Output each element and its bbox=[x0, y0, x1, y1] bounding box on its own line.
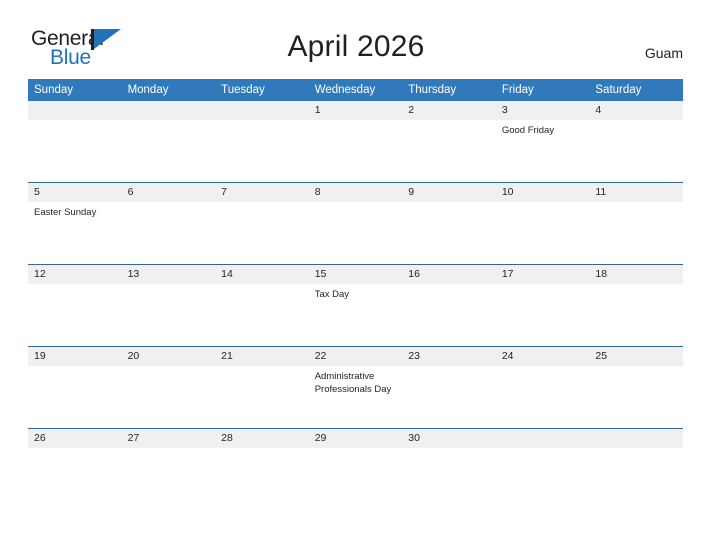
day-number: 29 bbox=[308, 429, 403, 448]
day-cell[interactable]: 29 bbox=[308, 428, 403, 510]
day-number: 28 bbox=[215, 429, 309, 448]
page-header: General Blue April 2026 Guam bbox=[0, 0, 712, 75]
event-list: Administrative Professionals Day bbox=[309, 366, 403, 396]
day-cell[interactable]: 23 bbox=[402, 346, 496, 429]
weekday-header-friday: Friday bbox=[495, 79, 590, 101]
day-number: 15 bbox=[308, 265, 403, 284]
event-list: Easter Sunday bbox=[28, 202, 122, 219]
day-number: 27 bbox=[121, 429, 216, 448]
week-row: 5 Easter Sunday 6 7 8 9 10 11 bbox=[28, 182, 683, 265]
day-number: 5 bbox=[28, 183, 122, 202]
day-number: 25 bbox=[589, 347, 683, 366]
day-number: 12 bbox=[28, 265, 122, 284]
day-cell[interactable]: 21 bbox=[215, 346, 309, 429]
day-cell-empty bbox=[121, 101, 216, 183]
day-number: 6 bbox=[121, 183, 216, 202]
day-cell[interactable]: 25 bbox=[589, 346, 683, 429]
day-cell[interactable]: 17 bbox=[495, 264, 590, 347]
day-number: 10 bbox=[495, 183, 590, 202]
weekday-header-thursday: Thursday bbox=[402, 79, 496, 101]
day-number: 21 bbox=[215, 347, 309, 366]
day-cell[interactable]: 7 bbox=[215, 182, 309, 265]
day-cell[interactable]: 19 bbox=[28, 346, 122, 429]
day-cell[interactable]: 8 bbox=[308, 182, 403, 265]
weekday-header-sunday: Sunday bbox=[28, 79, 122, 101]
day-number: 22 bbox=[308, 347, 403, 366]
day-cell[interactable]: 26 bbox=[28, 428, 122, 510]
day-number: 24 bbox=[495, 347, 590, 366]
day-number: 17 bbox=[495, 265, 590, 284]
day-cell[interactable]: 2 bbox=[402, 101, 496, 183]
event-label: Administrative bbox=[314, 371, 375, 382]
weekday-header-saturday: Saturday bbox=[589, 79, 683, 101]
day-cell[interactable]: 10 bbox=[495, 182, 590, 265]
day-number bbox=[495, 429, 590, 448]
day-number: 11 bbox=[589, 183, 683, 202]
day-cell[interactable]: 4 bbox=[589, 101, 683, 183]
day-number: 20 bbox=[121, 347, 216, 366]
day-number: 13 bbox=[121, 265, 216, 284]
week-row: 1 2 3 Good Friday 4 bbox=[28, 101, 683, 183]
day-cell[interactable]: 30 bbox=[402, 428, 496, 510]
day-number: 8 bbox=[308, 183, 403, 202]
event-label: Tax Day bbox=[314, 289, 350, 300]
day-cell-empty bbox=[589, 428, 683, 510]
week-row: 19 20 21 22 Administrative Professionals Day 2… bbox=[28, 346, 683, 429]
day-cell[interactable]: 14 bbox=[215, 264, 309, 347]
day-cell[interactable]: 18 bbox=[589, 264, 683, 347]
day-cell[interactable]: 9 bbox=[402, 182, 496, 265]
day-number bbox=[121, 101, 216, 120]
day-number bbox=[589, 429, 683, 448]
day-cell[interactable]: 15 Tax Day bbox=[308, 264, 403, 347]
event-label: Good Friday bbox=[501, 125, 555, 136]
day-cell[interactable]: 22 Administrative Professionals Day bbox=[308, 346, 403, 429]
day-number: 9 bbox=[402, 183, 496, 202]
day-cell[interactable]: 27 bbox=[121, 428, 216, 510]
calendar-page: General Blue April 2026 Guam Sunday Mond… bbox=[0, 0, 712, 550]
weekday-header-row: Sunday Monday Tuesday Wednesday Thursday… bbox=[28, 79, 683, 101]
day-number bbox=[28, 101, 122, 120]
day-number: 30 bbox=[402, 429, 496, 448]
event-label: Professionals Day bbox=[314, 384, 392, 395]
week-row: 26 27 28 29 30 bbox=[28, 428, 683, 510]
day-number: 7 bbox=[215, 183, 309, 202]
day-cell[interactable]: 3 Good Friday bbox=[495, 101, 590, 183]
day-cell[interactable]: 13 bbox=[121, 264, 216, 347]
week-row: 12 13 14 15 Tax Day 16 17 18 bbox=[28, 264, 683, 347]
page-title: April 2026 bbox=[287, 30, 425, 63]
day-number bbox=[215, 101, 309, 120]
day-cell-empty bbox=[215, 101, 309, 183]
day-cell[interactable]: 12 bbox=[28, 264, 122, 347]
weekday-header-row-group: Sunday Monday Tuesday Wednesday Thursday… bbox=[28, 79, 683, 101]
day-number: 3 bbox=[495, 101, 590, 120]
day-number: 18 bbox=[589, 265, 683, 284]
event-label: Easter Sunday bbox=[34, 207, 97, 218]
day-number: 16 bbox=[402, 265, 496, 284]
day-cell[interactable]: 16 bbox=[402, 264, 496, 347]
day-cell[interactable]: 6 bbox=[121, 182, 216, 265]
day-cell-empty bbox=[28, 101, 122, 183]
day-number: 23 bbox=[402, 347, 496, 366]
location-label: Guam bbox=[644, 45, 683, 61]
day-cell[interactable]: 1 bbox=[308, 101, 403, 183]
weekday-header-monday: Monday bbox=[121, 79, 216, 101]
month-grid: Sunday Monday Tuesday Wednesday Thursday… bbox=[28, 79, 683, 510]
day-cell[interactable]: 5 Easter Sunday bbox=[28, 182, 122, 265]
day-cell[interactable]: 28 bbox=[215, 428, 309, 510]
day-number: 19 bbox=[28, 347, 122, 366]
day-number: 4 bbox=[589, 101, 683, 120]
day-number: 1 bbox=[308, 101, 403, 120]
day-cell-empty bbox=[495, 428, 590, 510]
weekday-header-tuesday: Tuesday bbox=[215, 79, 309, 101]
event-list: Tax Day bbox=[309, 284, 403, 301]
day-cell[interactable]: 11 bbox=[589, 182, 683, 265]
day-cell[interactable]: 20 bbox=[121, 346, 216, 429]
weekday-header-wednesday: Wednesday bbox=[308, 79, 403, 101]
day-number: 26 bbox=[28, 429, 122, 448]
day-cell[interactable]: 24 bbox=[495, 346, 590, 429]
event-list: Good Friday bbox=[496, 120, 590, 137]
day-number: 14 bbox=[215, 265, 309, 284]
day-number: 2 bbox=[402, 101, 496, 120]
week-rows: 1 2 3 Good Friday 4 5 Easter Sunday 6 7 8 9 10 11 12 1… bbox=[28, 101, 683, 510]
